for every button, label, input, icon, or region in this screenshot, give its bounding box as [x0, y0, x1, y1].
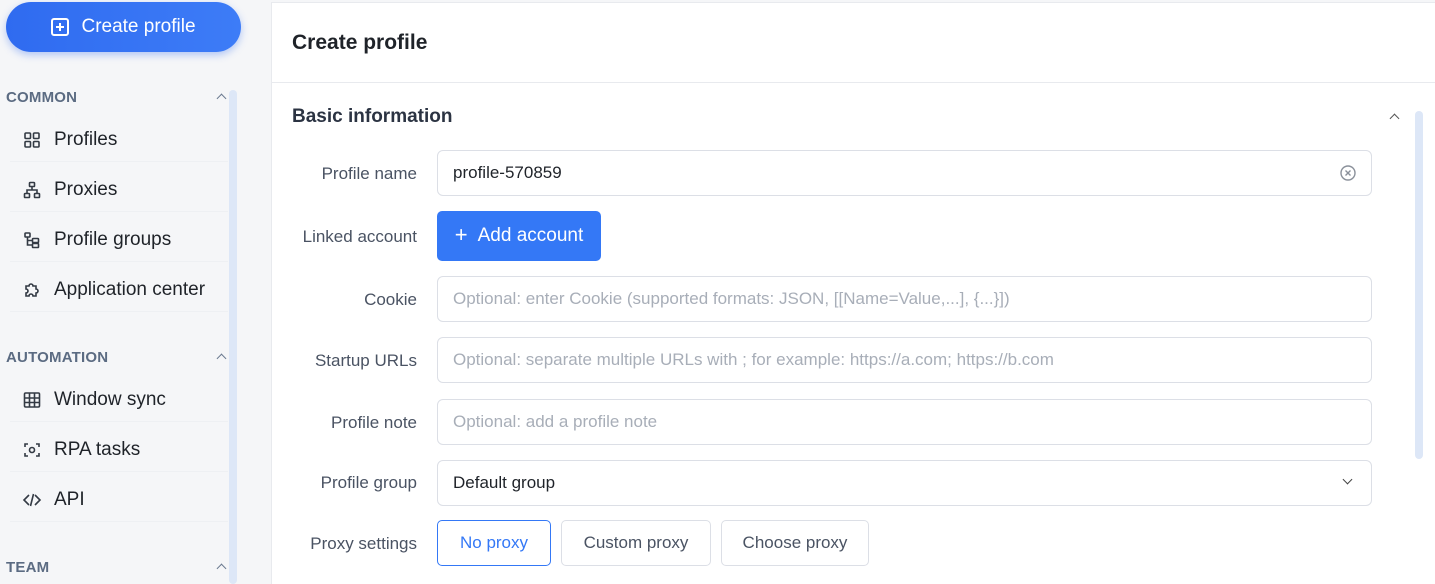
chevron-up-icon [216, 92, 226, 102]
scan-icon [24, 442, 40, 457]
profile-group-select[interactable]: Default group [437, 460, 1372, 506]
create-profile-label: Create profile [81, 16, 196, 37]
profile-group-value: Default group [453, 473, 556, 492]
clear-circle-icon[interactable] [1339, 164, 1357, 182]
startup-urls-label: Startup URLs [314, 351, 417, 370]
section-title: TEAM [6, 558, 50, 576]
sidebar-item-api[interactable]: API [10, 478, 228, 522]
page-title: Create profile [292, 30, 428, 54]
sidebar-item-label: Profile groups [54, 228, 172, 250]
proxy-settings-label: Proxy settings [310, 534, 417, 553]
profile-note-label: Profile note [331, 413, 417, 432]
network-icon [23, 181, 41, 198]
plus-icon: + [454, 222, 468, 247]
profile-note-input[interactable] [437, 399, 1372, 445]
no-proxy-button[interactable]: No proxy [437, 520, 551, 566]
sidebar-item-label: RPA tasks [54, 438, 141, 460]
section-header-team[interactable]: TEAM [6, 556, 226, 578]
puzzle-icon [25, 282, 39, 297]
custom-proxy-button[interactable]: Custom proxy [561, 520, 711, 566]
sidebar-item-profiles[interactable]: Profiles [10, 118, 228, 162]
main-panel: Create profile Basic information Profile… [271, 2, 1435, 584]
chevron-up-icon [216, 562, 226, 572]
cookie-label: Cookie [364, 290, 417, 309]
sidebar-item-rpa-tasks[interactable]: RPA tasks [10, 428, 228, 472]
cookie-input[interactable] [437, 276, 1372, 322]
sidebar-item-label: Proxies [54, 178, 118, 200]
sidebar-item-label: Profiles [54, 128, 118, 150]
main-scrollbar[interactable] [1415, 111, 1423, 459]
sidebar-item-proxies[interactable]: Proxies [10, 168, 228, 212]
sidebar-scrollbar[interactable] [229, 90, 237, 584]
sidebar-item-profile-groups[interactable]: Profile groups [10, 218, 228, 262]
tree-icon [24, 231, 40, 248]
choose-proxy-button[interactable]: Choose proxy [721, 520, 869, 566]
add-account-label: Add account [477, 225, 584, 246]
add-account-button[interactable]: + Add account [437, 211, 601, 261]
sidebar-item-window-sync[interactable]: Window sync [10, 378, 228, 422]
section-title: COMMON [6, 88, 78, 106]
table-icon [23, 391, 41, 408]
chevron-up-icon [216, 352, 226, 362]
section-header-automation[interactable]: AUTOMATION [6, 346, 226, 368]
collapse-chevron-icon[interactable] [1389, 111, 1401, 123]
sidebar-item-label: Application center [54, 278, 206, 300]
profile-name-label: Profile name [321, 164, 417, 183]
sidebar-item-label: Window sync [54, 388, 166, 410]
main-header: Create profile [272, 3, 1435, 83]
grid-icon [24, 131, 40, 148]
chevron-down-icon [1343, 477, 1353, 487]
sidebar-item-label: API [54, 488, 85, 510]
create-profile-button[interactable]: Create profile [6, 2, 241, 52]
profile-name-input[interactable]: profile-570859 [437, 150, 1372, 196]
plus-square-icon [51, 18, 70, 36]
profile-name-value: profile-570859 [453, 163, 562, 182]
startup-urls-input[interactable] [437, 337, 1372, 383]
sidebar-item-application-center[interactable]: Application center [10, 268, 228, 312]
section-title: AUTOMATION [6, 348, 109, 366]
profile-group-label: Profile group [320, 473, 417, 492]
sidebar: Create profile COMMON Profiles Proxies P… [0, 0, 255, 584]
linked-account-label: Linked account [302, 227, 417, 246]
code-icon [22, 493, 42, 506]
section-title-basic-information: Basic information [292, 106, 453, 127]
section-header-common[interactable]: COMMON [6, 86, 226, 108]
